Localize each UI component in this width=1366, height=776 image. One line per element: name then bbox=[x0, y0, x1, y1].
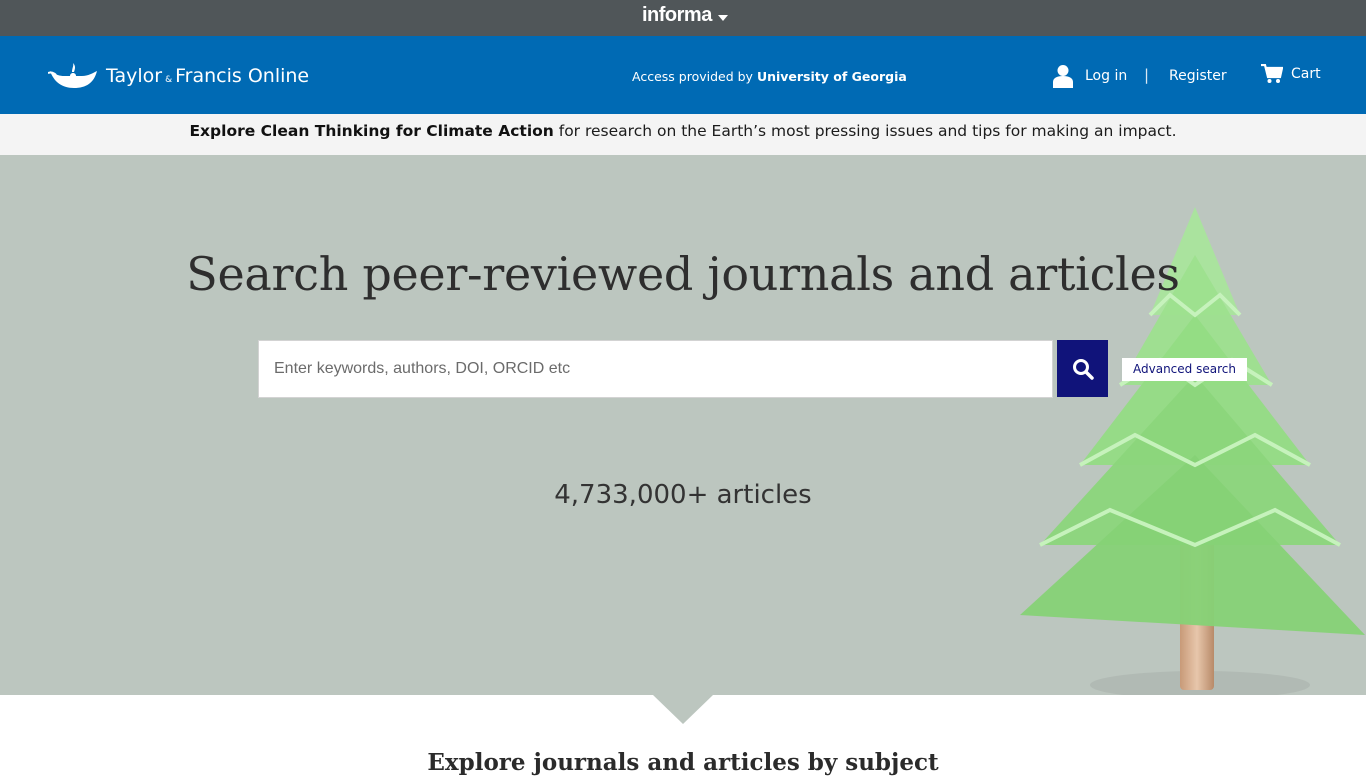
site-logo[interactable]: Taylor & Francis Online bbox=[48, 58, 309, 94]
logo-ampersand: & bbox=[165, 75, 173, 85]
access-provided-text: Access provided by University of Georgia bbox=[632, 69, 907, 84]
header-separator: | bbox=[1144, 66, 1150, 84]
login-link[interactable]: Log in bbox=[1053, 64, 1127, 88]
article-count: 4,733,000+ articles bbox=[554, 480, 812, 510]
login-label: Log in bbox=[1085, 68, 1128, 84]
chevron-down-icon bbox=[717, 15, 728, 21]
advanced-search-link[interactable]: Advanced search bbox=[1122, 358, 1247, 381]
access-prefix: Access provided by bbox=[632, 69, 753, 84]
informa-logo-text: informa bbox=[642, 3, 712, 26]
informa-menu-button[interactable]: informa bbox=[642, 2, 728, 28]
cart-link[interactable]: Cart bbox=[1261, 64, 1321, 84]
search-input[interactable] bbox=[258, 340, 1053, 398]
hero-section: Search peer-reviewed journals and articl… bbox=[0, 155, 1366, 695]
user-icon bbox=[1053, 65, 1073, 88]
shopping-cart-icon bbox=[1261, 64, 1283, 83]
search-button[interactable] bbox=[1057, 340, 1108, 397]
promo-text: for research on the Earth’s most pressin… bbox=[553, 122, 1177, 140]
access-institution: University of Georgia bbox=[756, 69, 907, 84]
logo-taylor: Taylor bbox=[106, 65, 163, 87]
logo-text: Taylor & Francis Online bbox=[106, 65, 309, 87]
informa-bar: informa bbox=[0, 0, 1366, 36]
explore-heading: Explore journals and articles by subject bbox=[427, 749, 939, 776]
promo-banner: Explore Clean Thinking for Climate Actio… bbox=[0, 114, 1366, 155]
register-link[interactable]: Register bbox=[1169, 68, 1227, 84]
search-icon bbox=[1072, 358, 1094, 380]
main-header: Taylor & Francis Online Access provided by… bbox=[0, 36, 1366, 114]
cart-label: Cart bbox=[1291, 66, 1321, 82]
section-pointer bbox=[653, 695, 713, 724]
lamp-logo-icon bbox=[48, 63, 97, 88]
hero-title: Search peer-reviewed journals and articl… bbox=[186, 247, 1180, 301]
promo-link[interactable]: Explore Clean Thinking for Climate Actio… bbox=[189, 122, 553, 140]
logo-francis-online: Francis Online bbox=[175, 65, 310, 87]
